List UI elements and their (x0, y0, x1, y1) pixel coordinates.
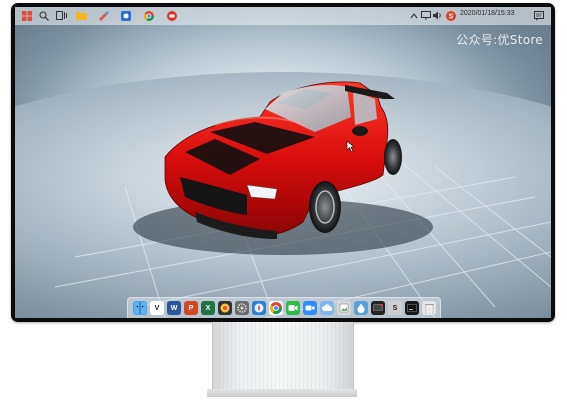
dock-item-trash[interactable] (422, 301, 436, 315)
notification-icon[interactable] (532, 9, 545, 22)
clock-datetime[interactable]: 2020/01/18/15:33 (460, 10, 515, 17)
car-render-viewport[interactable] (15, 7, 551, 318)
task-view-icon[interactable] (55, 9, 68, 22)
search-icon[interactable] (37, 9, 50, 22)
app-icon[interactable] (119, 9, 132, 22)
desktop-screen: S 2020/01/18/15:33 公众号:优Store V W P X S (15, 7, 551, 318)
chrome-icon[interactable] (142, 9, 155, 22)
dock-item-settings[interactable] (235, 301, 249, 315)
dock-item-photos[interactable] (218, 301, 232, 315)
paint-icon[interactable] (97, 9, 110, 22)
monitor-stand-base (207, 389, 357, 397)
top-taskbar: S 2020/01/18/15:33 (15, 7, 551, 25)
dock-item-drop[interactable] (354, 301, 368, 315)
dock-item-word[interactable]: W (167, 301, 181, 315)
application-dock: V W P X S (127, 297, 441, 318)
folder-icon[interactable] (75, 9, 88, 22)
dock-item-excel[interactable]: X (201, 301, 215, 315)
dock-item-powerpoint[interactable]: P (184, 301, 198, 315)
dock-item-safari[interactable] (252, 301, 266, 315)
dock-item-zoom[interactable] (303, 301, 317, 315)
dock-item-chrome[interactable] (269, 301, 283, 315)
dock-item-sketch[interactable]: S (388, 301, 402, 315)
dock-item-cloud[interactable] (320, 301, 334, 315)
dock-item-preview[interactable] (337, 301, 351, 315)
monitor-stand (212, 322, 354, 392)
monitor: S 2020/01/18/15:33 公众号:优Store V W P X S (11, 3, 555, 322)
dock-item-screen-recorder[interactable] (371, 301, 385, 315)
dock-item-facetime[interactable] (286, 301, 300, 315)
dock-item-terminal[interactable] (405, 301, 419, 315)
svg-text:S: S (448, 13, 453, 20)
dock-item-vectorworks[interactable]: V (150, 301, 164, 315)
volume-icon[interactable] (431, 9, 444, 22)
antivirus-icon[interactable]: S (444, 9, 457, 22)
windows-icon[interactable] (20, 9, 33, 22)
dock-item-finder[interactable] (133, 301, 147, 315)
media-icon[interactable] (165, 9, 178, 22)
watermark-text: 公众号:优Store (456, 33, 543, 47)
